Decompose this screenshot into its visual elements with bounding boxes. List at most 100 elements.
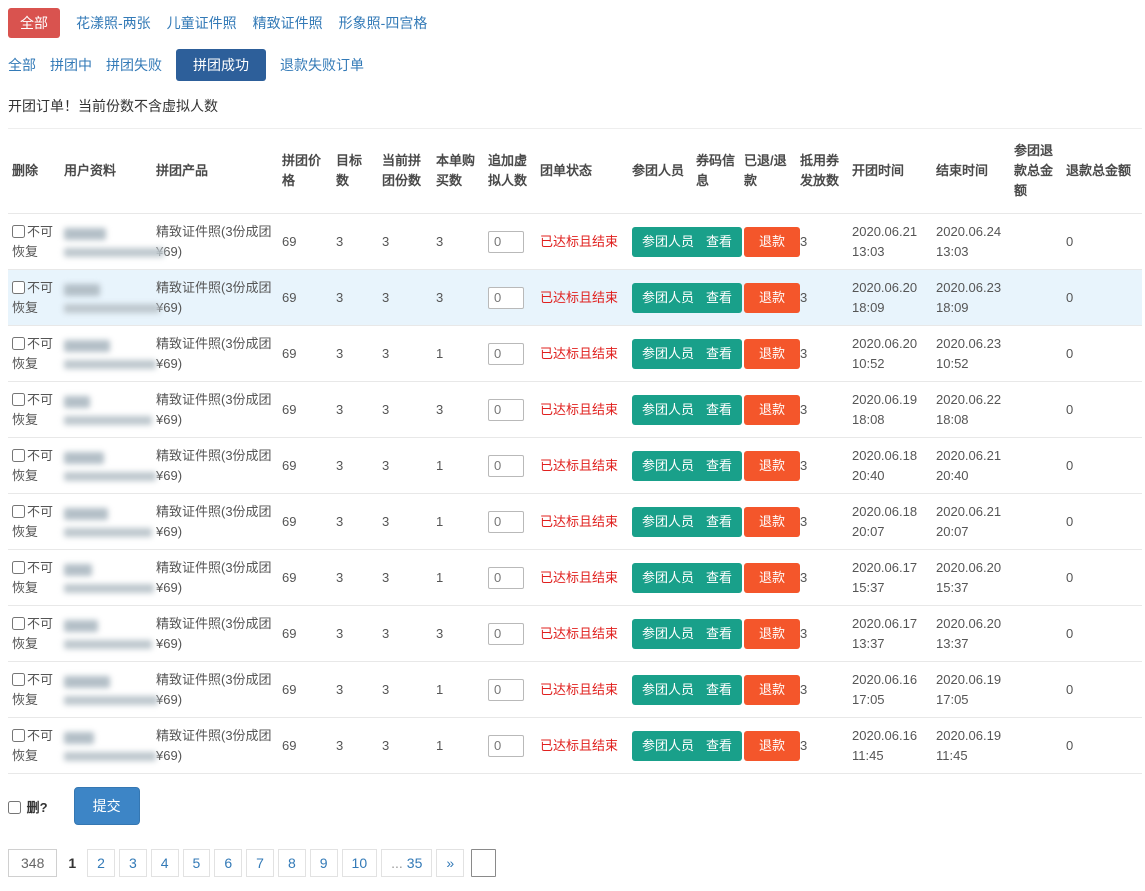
submit-button[interactable]: 提交 [74, 787, 140, 825]
status-tab-2[interactable]: 拼团中 [50, 55, 92, 75]
delete-label[interactable]: 不可恢复 [12, 280, 53, 315]
view-coupon-button[interactable]: 查看 [696, 283, 742, 313]
view-coupon-button[interactable]: 查看 [696, 731, 742, 761]
view-coupon-button[interactable]: 查看 [696, 619, 742, 649]
delete-checkbox[interactable] [12, 729, 25, 742]
view-coupon-button[interactable]: 查看 [696, 395, 742, 425]
view-coupon-button[interactable]: 查看 [696, 227, 742, 257]
participants-button[interactable]: 参团人员 [632, 619, 704, 649]
delete-label[interactable]: 不可恢复 [12, 392, 53, 427]
delete-label[interactable]: 不可恢复 [12, 560, 53, 595]
category-tab-active[interactable]: 全部 [8, 8, 60, 38]
delete-checkbox[interactable] [12, 337, 25, 350]
participants-button[interactable]: 参团人员 [632, 451, 704, 481]
refund-button[interactable]: 退款 [744, 451, 800, 481]
virtual-count-input[interactable] [488, 343, 524, 365]
participants-button[interactable]: 参团人员 [632, 507, 704, 537]
delete-checkbox[interactable] [12, 449, 25, 462]
participants-button[interactable]: 参团人员 [632, 283, 704, 313]
refund-button[interactable]: 退款 [744, 619, 800, 649]
delete-checkbox[interactable] [12, 673, 25, 686]
delete-label[interactable]: 不可恢复 [12, 616, 53, 651]
participants-button[interactable]: 参团人员 [632, 675, 704, 705]
view-coupon-button[interactable]: 查看 [696, 675, 742, 705]
status-tab-1[interactable]: 全部 [8, 55, 36, 75]
buy-count-cell: 3 [432, 270, 484, 326]
page-link-4[interactable]: 4 [151, 849, 179, 877]
virtual-count-input[interactable] [488, 287, 524, 309]
page-link-8[interactable]: 8 [278, 849, 306, 877]
delete-checkbox[interactable] [12, 505, 25, 518]
virtual-count-input[interactable] [488, 623, 524, 645]
page-jump-input[interactable] [471, 849, 496, 877]
start-time-cell: 2020.06.18 20:40 [848, 438, 932, 494]
delete-checkbox[interactable] [12, 393, 25, 406]
page-link-2[interactable]: 2 [87, 849, 115, 877]
user-info-cell [60, 270, 152, 326]
category-tab-1[interactable]: 花漾照-两张 [76, 13, 151, 33]
coupon-info-cell: 查看 [692, 438, 740, 494]
category-tab-4[interactable]: 形象照-四宫格 [339, 13, 428, 33]
view-coupon-button[interactable]: 查看 [696, 451, 742, 481]
category-tab-3[interactable]: 精致证件照 [253, 13, 323, 33]
page-link-10[interactable]: 10 [342, 849, 378, 877]
participants-button[interactable]: 参团人员 [632, 227, 704, 257]
delete-label[interactable]: 不可恢复 [12, 504, 53, 539]
refund-total-cell: 0 [1062, 550, 1142, 606]
delete-label[interactable]: 不可恢复 [12, 672, 53, 707]
refund-button[interactable]: 退款 [744, 563, 800, 593]
virtual-count-input[interactable] [488, 455, 524, 477]
delete-checkbox[interactable] [12, 281, 25, 294]
delete-label[interactable]: 不可恢复 [12, 448, 53, 483]
order-status-text: 已达标且结束 [540, 290, 618, 305]
delete-checkbox[interactable] [12, 225, 25, 238]
virtual-count-input[interactable] [488, 399, 524, 421]
participants-button[interactable]: 参团人员 [632, 339, 704, 369]
delete-label[interactable]: 不可恢复 [12, 224, 53, 259]
refund-button[interactable]: 退款 [744, 507, 800, 537]
page-link-6[interactable]: 6 [214, 849, 242, 877]
participants-cell: 参团人员 [628, 718, 692, 774]
delete-checkbox[interactable] [12, 617, 25, 630]
virtual-count-input[interactable] [488, 231, 524, 253]
delete-label[interactable]: 不可恢复 [12, 336, 53, 371]
view-coupon-button[interactable]: 查看 [696, 339, 742, 369]
virtual-count-input[interactable] [488, 511, 524, 533]
pagination-last-page-link[interactable]: 35 [407, 855, 423, 871]
page-link-5[interactable]: 5 [183, 849, 211, 877]
refund-button[interactable]: 退款 [744, 395, 800, 425]
status-tab-3[interactable]: 拼团失败 [106, 55, 162, 75]
delete-checkbox[interactable] [12, 561, 25, 574]
start-time-cell: 2020.06.20 18:09 [848, 270, 932, 326]
table-row: 不可恢复精致证件照(3份成团 ¥69)69331已达标且结束参团人员查看退款32… [8, 438, 1142, 494]
category-tab-2[interactable]: 儿童证件照 [167, 13, 237, 33]
refund-total-cell: 0 [1062, 326, 1142, 382]
delete-all-checkbox[interactable] [8, 801, 21, 814]
refund-button[interactable]: 退款 [744, 283, 800, 313]
page-link-7[interactable]: 7 [246, 849, 274, 877]
delete-all-label[interactable]: 删? [8, 797, 48, 816]
current-count-cell: 3 [378, 606, 432, 662]
participants-button[interactable]: 参团人员 [632, 395, 704, 425]
pagination-next-button[interactable]: » [436, 849, 464, 877]
virtual-count-input[interactable] [488, 567, 524, 589]
virtual-count-input[interactable] [488, 735, 524, 757]
refund-button[interactable]: 退款 [744, 675, 800, 705]
refund-button[interactable]: 退款 [744, 227, 800, 257]
table-header-row: 删除用户资料拼团产品拼团价格目标数当前拼团份数本单购买数追加虚拟人数团单状态参团… [8, 129, 1142, 214]
participants-button[interactable]: 参团人员 [632, 563, 704, 593]
delete-label[interactable]: 不可恢复 [12, 728, 53, 763]
refund-button[interactable]: 退款 [744, 339, 800, 369]
virtual-count-input[interactable] [488, 679, 524, 701]
page-link-9[interactable]: 9 [310, 849, 338, 877]
end-time-cell: 2020.06.20 15:37 [932, 550, 1010, 606]
view-coupon-button[interactable]: 查看 [696, 563, 742, 593]
refund-button[interactable]: 退款 [744, 731, 800, 761]
status-tab-after-1[interactable]: 退款失败订单 [280, 55, 364, 75]
page-link-3[interactable]: 3 [119, 849, 147, 877]
participants-button[interactable]: 参团人员 [632, 731, 704, 761]
order-status-cell: 已达标且结束 [536, 326, 628, 382]
buy-count-cell: 3 [432, 382, 484, 438]
view-coupon-button[interactable]: 查看 [696, 507, 742, 537]
status-tab-active[interactable]: 拼团成功 [176, 49, 266, 81]
